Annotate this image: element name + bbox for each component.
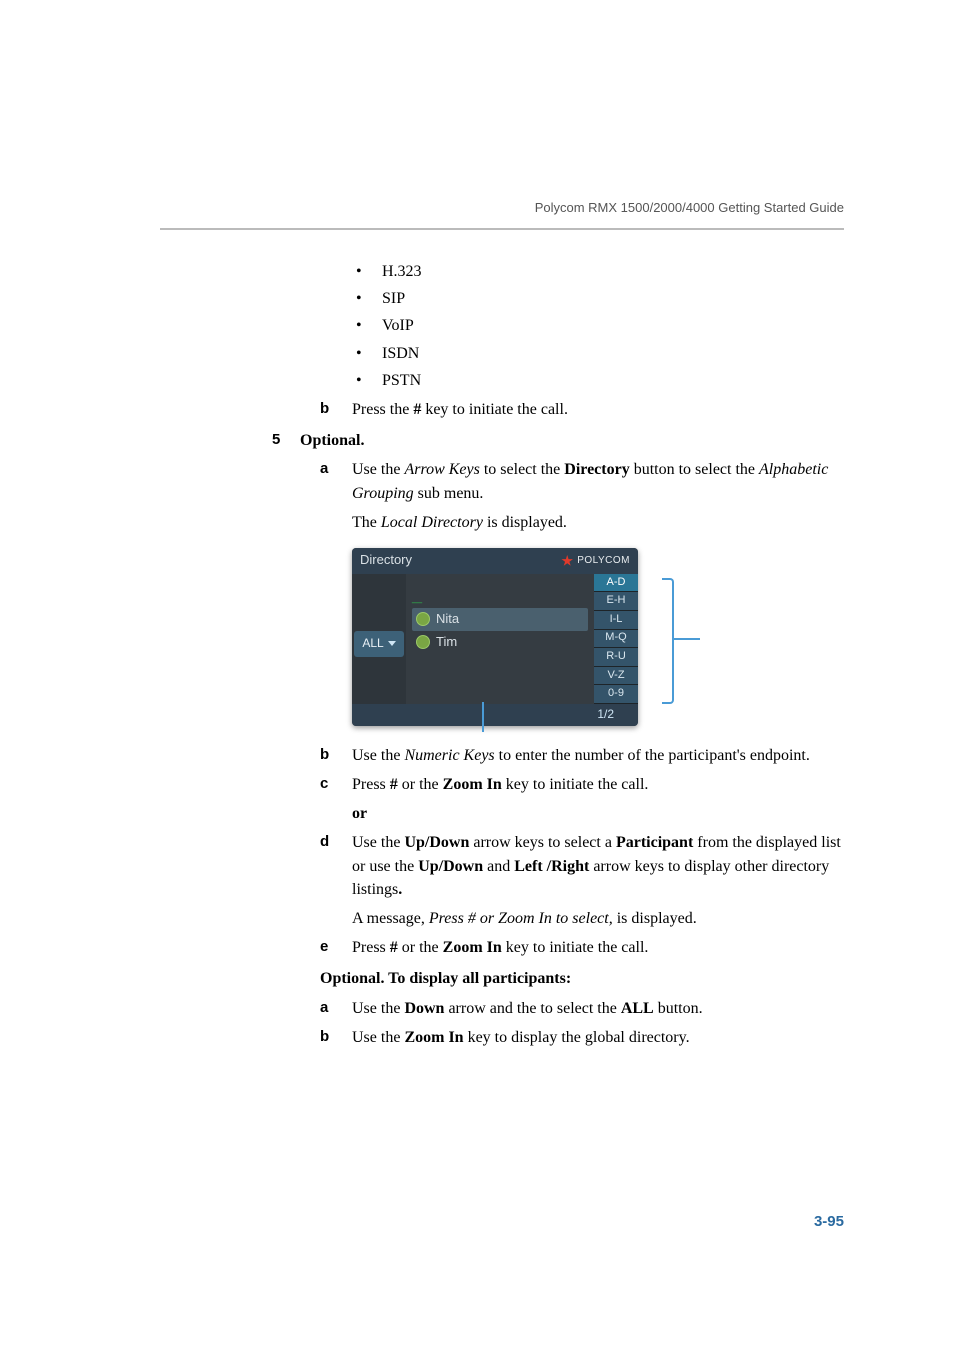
optional-substep-a: a Use the Down arrow and the to select t… [320, 997, 844, 1020]
presence-icon [416, 612, 430, 626]
list-item: •H.323 [356, 260, 844, 283]
directory-title: Directory [360, 551, 412, 570]
substep-5a: a Use the Arrow Keys to select the Direc… [320, 458, 844, 504]
contact-row[interactable]: Tim [412, 631, 588, 654]
list-item: •VoIP [356, 314, 844, 337]
callout-line [674, 638, 700, 640]
step-5: 5 Optional. [300, 429, 844, 452]
substep-5d-note: A message, Press # or Zoom In to select,… [352, 907, 844, 930]
or-separator: or [352, 802, 844, 825]
substep-5d: d Use the Up/Down arrow keys to select a… [320, 831, 844, 901]
protocol-list: •H.323 •SIP •VoIP •ISDN •PSTN [356, 260, 844, 392]
range-button[interactable]: M-Q [594, 630, 638, 649]
optional-heading: Optional. To display all participants: [320, 967, 844, 990]
substep-5e: e Press # or the Zoom In key to initiate… [320, 936, 844, 959]
callout-bracket [662, 578, 674, 704]
directory-all-button[interactable]: ALL [354, 631, 403, 656]
callout-line [482, 702, 484, 732]
presence-icon [416, 635, 430, 649]
chevron-down-icon [388, 641, 396, 646]
range-button[interactable]: A-D [594, 574, 638, 593]
optional-substep-b: b Use the Zoom In key to display the glo… [320, 1026, 844, 1049]
range-button[interactable]: R-U [594, 648, 638, 667]
substep-5b: b Use the Numeric Keys to enter the numb… [320, 744, 844, 767]
directory-screenshot: Directory POLYCOM ALL [352, 548, 662, 726]
page-number: 3-95 [814, 1213, 844, 1230]
list-item: •PSTN [356, 369, 844, 392]
list-item: •ISDN [356, 342, 844, 365]
running-header: Polycom RMX 1500/2000/4000 Getting Start… [535, 200, 844, 215]
list-item: •SIP [356, 287, 844, 310]
substep-5a-note: The Local Directory is displayed. [352, 511, 844, 534]
alpha-range-sidebar: A-D E-H I-L M-Q R-U V-Z 0-9 [594, 574, 638, 704]
directory-footer: 1/2 [352, 704, 638, 726]
directory-titlebar: Directory POLYCOM [352, 548, 638, 574]
input-cursor: _ [412, 582, 588, 608]
range-button[interactable]: V-Z [594, 667, 638, 686]
substep-5c: c Press # or the Zoom In key to initiate… [320, 773, 844, 796]
page-indicator: 1/2 [597, 706, 614, 723]
range-button[interactable]: E-H [594, 592, 638, 611]
range-button[interactable]: 0-9 [594, 685, 638, 704]
range-button[interactable]: I-L [594, 611, 638, 630]
header-rule [160, 228, 844, 230]
substep-b: b Press the # key to initiate the call. [320, 398, 844, 421]
contact-row[interactable]: Nita [412, 608, 588, 631]
polycom-logo: POLYCOM [561, 554, 630, 569]
polycom-logo-icon [561, 555, 573, 567]
